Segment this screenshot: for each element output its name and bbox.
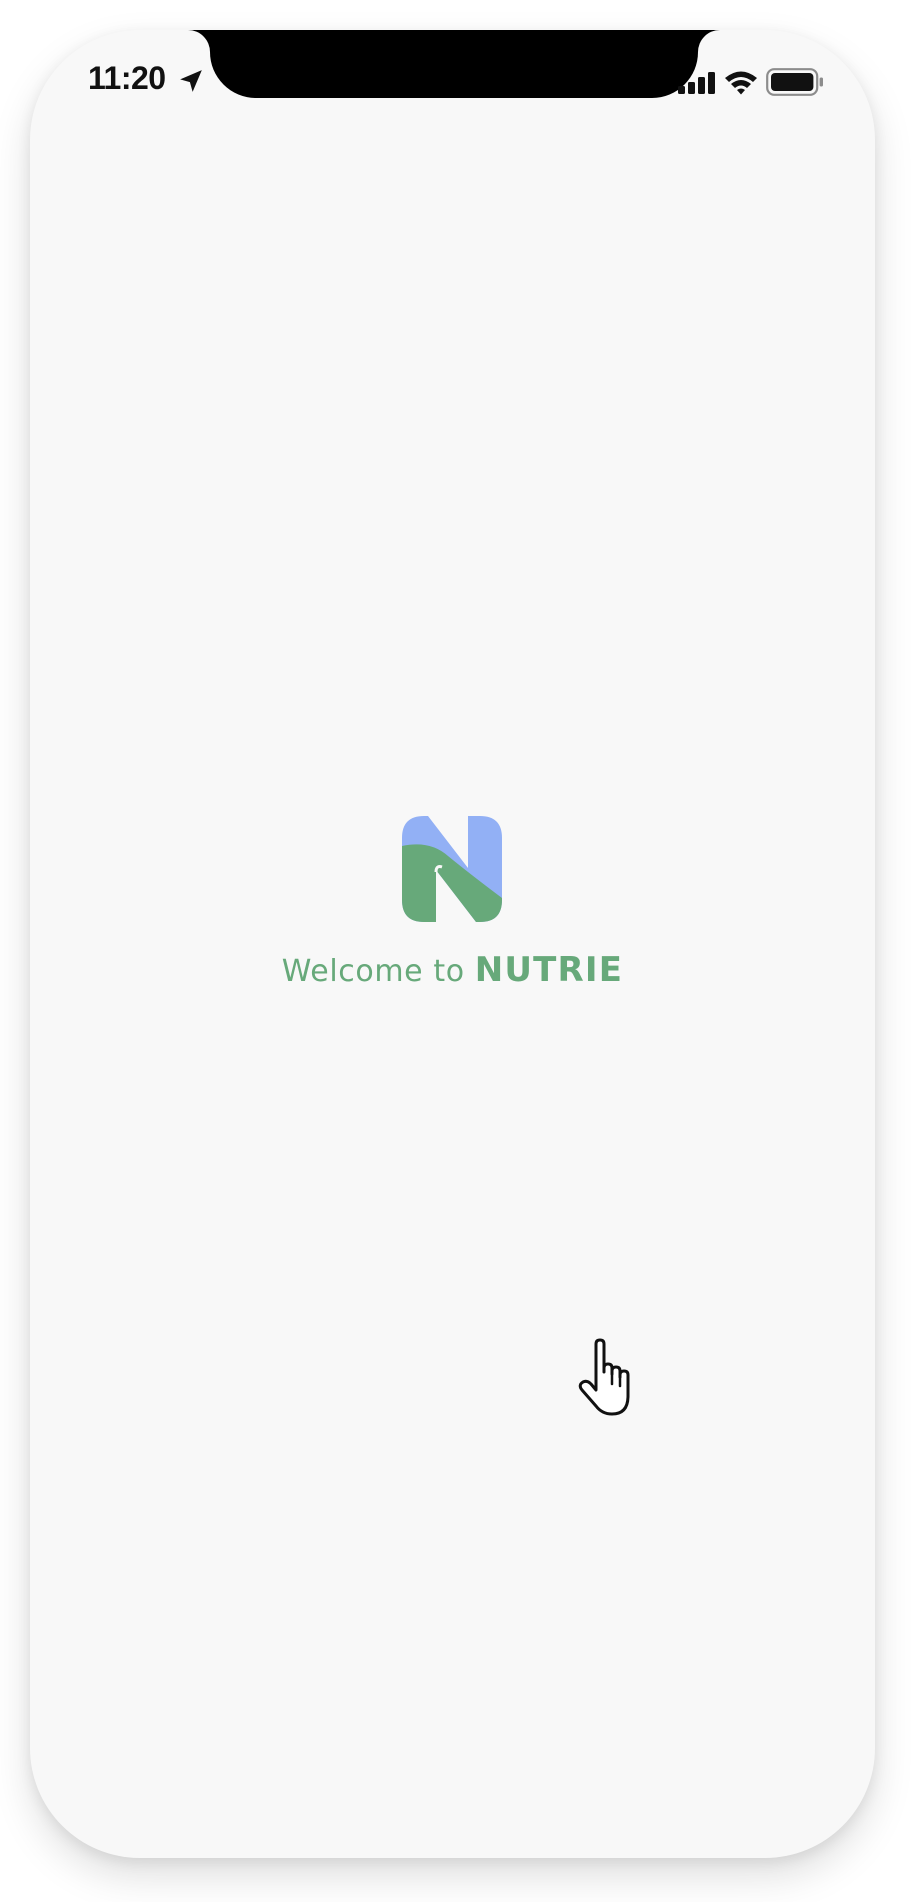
wifi-icon: [725, 71, 757, 95]
screen-notch: [210, 30, 698, 98]
hand-pointer-cursor-icon: [578, 1338, 630, 1416]
cellular-signal-icon: [678, 72, 715, 94]
location-arrow-icon: [180, 70, 202, 92]
welcome-heading: Welcome to NUTRIE: [30, 950, 875, 990]
app-name: NUTRIE: [474, 950, 624, 990]
status-time: 11:20: [88, 60, 166, 96]
nutrie-logo-icon: [402, 816, 502, 922]
phone-frame: 11:20 Welcome to NUTRIE: [30, 30, 875, 1858]
welcome-lead-text: Welcome to: [281, 954, 465, 989]
battery-icon: [766, 68, 823, 96]
